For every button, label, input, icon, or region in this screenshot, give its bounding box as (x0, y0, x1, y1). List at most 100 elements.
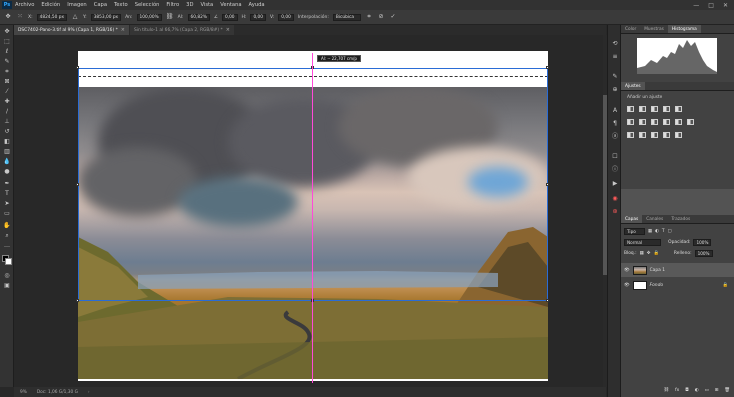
rectangle-tool-icon[interactable]: ▭ (3, 210, 11, 218)
lock-all-icon[interactable]: 🔒 (653, 251, 658, 256)
quick-mask-icon[interactable]: ◎ (3, 272, 11, 280)
mask-icon[interactable]: ◘ (685, 388, 688, 393)
visibility-eye-icon[interactable]: 👁 (624, 268, 630, 273)
vskew-input[interactable]: 0,00 (278, 13, 294, 21)
glyphs-icon[interactable]: ⓐ (611, 133, 619, 141)
menu-ayuda[interactable]: Ayuda (249, 2, 265, 8)
close-icon[interactable]: × (121, 27, 125, 33)
brush-settings-icon[interactable]: ✎ (611, 73, 619, 81)
tab-document-1[interactable]: DSC7402-Pano-3.tif al 9% (Capa 1, RGB/16… (14, 25, 129, 35)
zoom-tool-icon[interactable]: ⌕ (3, 232, 11, 240)
levels-icon[interactable] (639, 106, 646, 112)
menu-filtro[interactable]: Filtro (166, 2, 179, 8)
opacity-input[interactable]: 100% (693, 239, 712, 246)
link-icon[interactable]: ⛓ (166, 13, 174, 21)
quick-select-tool-icon[interactable]: ✎ (3, 58, 11, 66)
tab-adjustments[interactable]: Ajustes (621, 82, 645, 90)
posterize-icon[interactable] (639, 132, 646, 138)
menu-seleccion[interactable]: Selección (135, 2, 160, 8)
close-icon[interactable]: × (226, 27, 230, 33)
cancel-transform-icon[interactable]: ⊘ (377, 13, 385, 21)
selective-color-icon[interactable] (675, 132, 682, 138)
filter-pixel-icon[interactable]: ▦ (648, 229, 652, 234)
info-icon[interactable]: ⓘ (611, 166, 619, 174)
character-icon[interactable]: A (611, 107, 619, 115)
history-icon[interactable]: ⟲ (611, 40, 619, 48)
vertical-guide[interactable] (312, 53, 313, 383)
healing-brush-icon[interactable]: ✚ (3, 98, 11, 106)
marquee-tool-icon[interactable]: ⬚ (3, 38, 11, 46)
photo-filter-icon[interactable] (663, 119, 670, 125)
transform-handle[interactable] (546, 66, 549, 69)
blend-mode-select[interactable]: Normal (624, 239, 662, 246)
close-window-button[interactable]: ✕ (723, 2, 728, 9)
brush-tool-icon[interactable]: ∕ (3, 108, 11, 116)
blur-tool-icon[interactable]: 💧 (3, 158, 11, 166)
width-input[interactable]: 100,00% (136, 13, 162, 21)
transform-handle[interactable] (76, 66, 79, 69)
menu-ventana[interactable]: Ventana (220, 2, 241, 8)
maximize-button[interactable]: □ (708, 2, 714, 9)
group-icon[interactable]: ▭ (705, 388, 709, 393)
tab-layers[interactable]: Capas (621, 215, 643, 223)
menu-capa[interactable]: Capa (94, 2, 107, 8)
adobe-cc-icon[interactable]: ◉ (611, 195, 619, 203)
delta-icon[interactable]: △ (71, 13, 79, 21)
more-tools-icon[interactable]: … (3, 242, 11, 250)
height-input[interactable]: 60,82% (187, 13, 210, 21)
color-lookup-icon[interactable] (687, 119, 694, 125)
hand-tool-icon[interactable]: ✋ (3, 222, 11, 230)
adjustment-layer-icon[interactable]: ◐ (695, 388, 699, 393)
invert-icon[interactable] (627, 132, 634, 138)
minimize-button[interactable]: — (693, 2, 699, 9)
canvas-area[interactable]: Al: -- 22,707 cm/p (14, 35, 606, 387)
tab-channels[interactable]: Canales (642, 215, 667, 223)
eraser-tool-icon[interactable]: ◧ (3, 138, 11, 146)
actions-icon[interactable]: ▶ (611, 180, 619, 188)
move-tool-icon[interactable]: ✥ (3, 28, 11, 36)
adobe-stock-icon[interactable]: ⊛ (611, 208, 619, 216)
kind-filter-select[interactable]: Tipo (624, 228, 645, 235)
color-balance-icon[interactable] (639, 119, 646, 125)
clone-stamp-icon[interactable]: ⊥ (3, 118, 11, 126)
gradient-tool-icon[interactable]: ▥ (3, 148, 11, 156)
trash-icon[interactable]: 🗑 (724, 388, 730, 393)
commit-transform-icon[interactable]: ✓ (389, 13, 397, 21)
layer-row-fondo[interactable]: 👁 Fondo 🔒 (621, 278, 734, 292)
brightness-icon[interactable] (627, 106, 634, 112)
lock-pixels-icon[interactable]: ▦ (640, 251, 644, 256)
transform-handle[interactable] (76, 183, 79, 186)
screen-mode-icon[interactable]: ▣ (3, 282, 11, 290)
threshold-icon[interactable] (651, 132, 658, 138)
fill-input[interactable]: 100% (694, 250, 713, 257)
tab-color[interactable]: Color (621, 25, 640, 33)
tab-document-2[interactable]: Sin título-1 al 66,7% (Capa 2, RGB/8#) *… (129, 25, 234, 35)
lasso-tool-icon[interactable]: ℓ (3, 48, 11, 56)
curves-icon[interactable] (651, 106, 658, 112)
menu-imagen[interactable]: Imagen (67, 2, 87, 8)
transform-handle[interactable] (546, 183, 549, 186)
lock-position-icon[interactable]: ✥ (647, 251, 651, 256)
reference-point-icon[interactable]: ⁙ (16, 13, 24, 21)
dodge-tool-icon[interactable]: ● (3, 168, 11, 176)
layer-name[interactable]: Capa 1 (650, 268, 665, 273)
angle-input[interactable]: 0,00 (221, 13, 238, 21)
menu-texto[interactable]: Texto (114, 2, 128, 8)
menu-vista[interactable]: Vista (200, 2, 213, 8)
properties-icon[interactable]: ≡ (611, 53, 619, 61)
frame-tool-icon[interactable]: ⊠ (3, 78, 11, 86)
tab-swatches[interactable]: Muestras (640, 25, 668, 33)
link-layers-icon[interactable]: ⛓ (664, 388, 670, 393)
vibrance-icon[interactable] (675, 106, 682, 112)
black-white-icon[interactable] (651, 119, 658, 125)
gradient-map-icon[interactable] (663, 132, 670, 138)
menu-edicion[interactable]: Edición (41, 2, 60, 8)
transform-handle[interactable] (546, 299, 549, 302)
move-tool-icon[interactable]: ✥ (4, 13, 12, 21)
layer-row-capa1[interactable]: 👁 Capa 1 (621, 263, 734, 277)
x-input[interactable]: 4824,50 px (36, 13, 68, 21)
y-input[interactable]: 3853,00 px (90, 13, 122, 21)
visibility-eye-icon[interactable]: 👁 (624, 283, 630, 288)
filter-adjust-icon[interactable]: ◐ (655, 229, 659, 234)
status-arrow-icon[interactable]: › (88, 390, 90, 395)
